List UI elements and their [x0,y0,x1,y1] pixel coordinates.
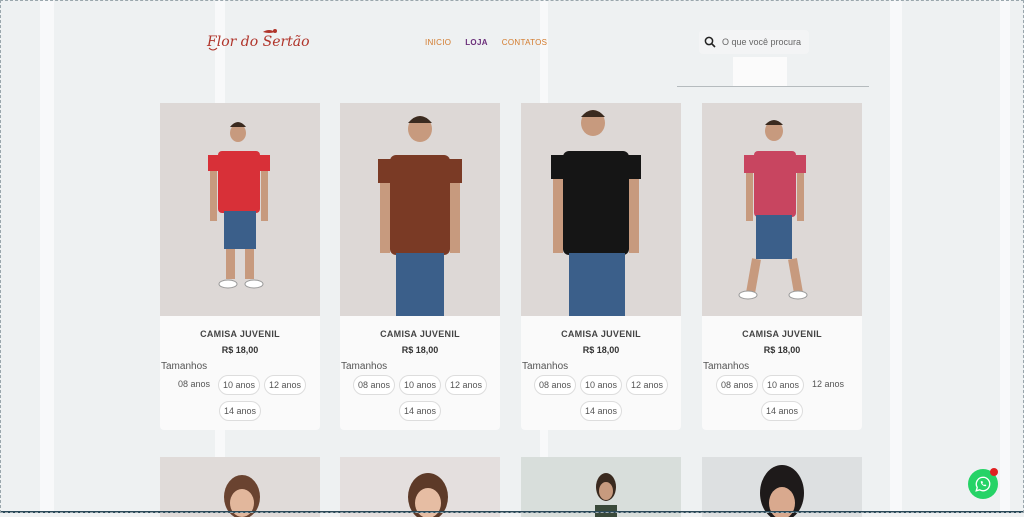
size-option[interactable]: 08 anos [533,375,576,395]
nav-contatos[interactable]: CONTATOS [502,38,548,47]
search-divider [677,86,869,87]
product-price: R$ 18,00 [763,345,801,355]
size-option[interactable]: 14 anos [218,401,262,421]
size-options: 08 anos 10 anos 12 anos 14 anos [340,375,500,421]
product-price: R$ 18,00 [221,345,259,355]
search-icon[interactable] [704,36,716,48]
site-header: Flor do Sertão INICIO LOJA CONTATOS [0,0,1024,90]
size-option[interactable]: 12 anos [445,375,488,395]
main-nav: INICIO LOJA CONTATOS [425,38,547,47]
size-option[interactable]: 08 anos [715,375,758,395]
size-option[interactable]: 12 anos [264,375,307,395]
product-photo[interactable] [340,103,500,316]
size-option[interactable]: 10 anos [579,375,623,395]
product-photo[interactable] [521,103,681,316]
search-dropdown [733,57,787,87]
size-options: 08 anos 10 anos 12 anos 14 anos [160,375,320,421]
size-options: 08 anos 10 anos 12 anos 14 anos [521,375,681,421]
sizes-label: Tamanhos [161,361,208,372]
product-photo[interactable] [160,103,320,316]
size-option[interactable]: 08 anos [174,375,214,395]
notification-badge [990,468,998,476]
product-photo[interactable] [160,457,320,517]
search-box [699,30,809,54]
sizes-label: Tamanhos [703,361,750,372]
sizes-label: Tamanhos [341,361,388,372]
size-option[interactable]: 10 anos [761,375,805,395]
product-card[interactable]: CAMISA JUVENIL R$ 18,00 Tamanhos 08 anos… [521,103,681,430]
size-option[interactable]: 14 anos [398,401,442,421]
product-photo[interactable] [340,457,500,517]
product-price: R$ 18,00 [582,345,620,355]
size-options: 08 anos 10 anos 12 anos 14 anos [702,375,862,421]
nav-loja[interactable]: LOJA [465,38,488,47]
product-title[interactable]: CAMISA JUVENIL [340,329,500,339]
product-price: R$ 18,00 [401,345,439,355]
product-title[interactable]: CAMISA JUVENIL [160,329,320,339]
product-photo[interactable] [521,457,681,517]
size-option[interactable]: 14 anos [760,401,804,421]
product-photo[interactable] [702,103,862,316]
product-title[interactable]: CAMISA JUVENIL [521,329,681,339]
brand-logo[interactable]: Flor do Sertão [205,26,310,56]
size-option[interactable]: 12 anos [808,375,848,395]
product-card[interactable]: CAMISA JUVENIL R$ 18,00 Tamanhos 08 anos… [160,103,320,430]
search-input[interactable] [720,36,808,48]
size-option[interactable]: 10 anos [217,375,261,395]
product-title[interactable]: CAMISA JUVENIL [702,329,862,339]
whatsapp-icon [975,476,991,492]
logo-text: Flor do Sertão [207,34,310,50]
size-option[interactable]: 08 anos [352,375,395,395]
product-photo[interactable] [702,457,862,517]
size-option[interactable]: 14 anos [579,401,623,421]
size-option[interactable]: 12 anos [626,375,669,395]
sizes-label: Tamanhos [522,361,569,372]
product-card[interactable]: CAMISA JUVENIL R$ 18,00 Tamanhos 08 anos… [340,103,500,430]
size-option[interactable]: 10 anos [398,375,442,395]
nav-inicio[interactable]: INICIO [425,38,451,47]
product-card[interactable]: CAMISA JUVENIL R$ 18,00 Tamanhos 08 anos… [702,103,862,430]
